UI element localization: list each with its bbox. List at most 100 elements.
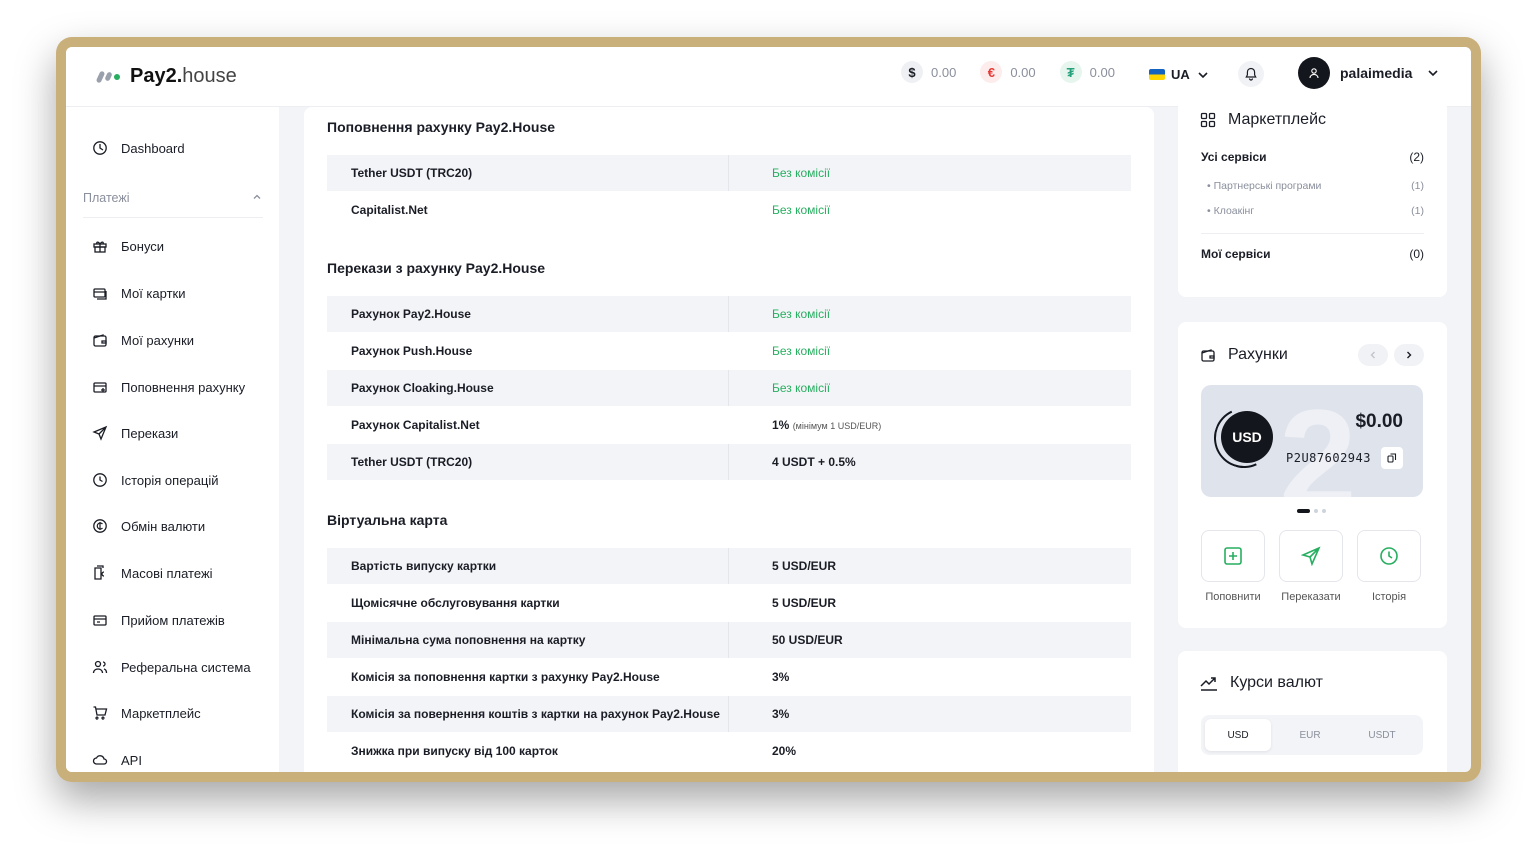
marketplace-all-services[interactable]: Усі сервіси (2) (1201, 150, 1424, 164)
action-label: Поповнити (1205, 591, 1261, 603)
sidebar-item-label: Обмін валюти (121, 518, 206, 534)
panel-title-label: Курси валют (1230, 674, 1323, 691)
row-count: (2) (1409, 150, 1424, 164)
row-value: 3% (772, 707, 790, 721)
chevron-right-icon (1407, 351, 1412, 359)
marketplace-panel: Маркетплейс Усі сервіси (2) • Партнерськ… (1178, 99, 1447, 297)
row-value: Без комісії (772, 307, 831, 321)
action-transfer[interactable]: Переказати (1279, 530, 1343, 603)
table-row: Комісія за повернення коштів з картки на… (327, 696, 1131, 732)
row-value: Без комісії (772, 203, 831, 217)
card-plus-icon (93, 382, 107, 393)
action-label: Історія (1371, 591, 1407, 603)
sidebar-item-label: Мої рахунки (121, 332, 195, 348)
section-title-topup: Поповнення рахунку Pay2.House (327, 119, 556, 135)
sidebar-item-exchange[interactable]: Обмін валюти (92, 518, 205, 534)
sidebar-item-label: Бонуси (121, 238, 165, 254)
logo-icon (95, 70, 120, 83)
carousel-dots (1297, 509, 1326, 513)
action-topup[interactable]: Поповнити (1201, 530, 1265, 603)
marketplace-my-services[interactable]: Мої сервіси (0) (1201, 247, 1424, 261)
copy-button[interactable] (1381, 447, 1403, 469)
sidebar: Dashboard Платежі Бонуси Мої картки Мої … (66, 107, 279, 772)
section-title-virtual-card: Віртуальна карта (327, 512, 448, 528)
action-history[interactable]: Історія (1357, 530, 1421, 603)
row-label: Комісія за повернення коштів з картки на… (327, 696, 729, 732)
sidebar-item-label: Dashboard (121, 140, 185, 156)
fee-value: 1% (772, 418, 790, 432)
action-topup-box[interactable] (1201, 530, 1265, 582)
marketplace-sub-partner[interactable]: • Партнерські програми (1) (1201, 180, 1424, 192)
accounts-title[interactable]: Рахунки (1200, 346, 1288, 364)
balance-usdt-value: 0.00 (1089, 64, 1115, 80)
sidebar-item-mass-payments[interactable]: Масові платежі (92, 565, 213, 581)
sidebar-item-label: Прийом платежів (121, 612, 225, 628)
row-label: Рахунок Capitalist.Net (351, 418, 480, 432)
table-row: Комісія за поповнення картки з рахунку P… (327, 659, 1131, 695)
row-value: 1% (мінімум 1 USD/EUR) (729, 418, 881, 432)
sidebar-item-marketplace[interactable]: Маркетплейс (92, 705, 201, 721)
user-menu[interactable]: palaimedia (1298, 57, 1440, 89)
notifications-button[interactable] (1238, 61, 1264, 87)
logo[interactable]: Pay2.house (95, 65, 237, 88)
action-history-box[interactable] (1357, 530, 1421, 582)
balance-usdt[interactable]: ₮ 0.00 (1059, 61, 1115, 83)
main-content: Поповнення рахунку Pay2.House Tether USD… (304, 107, 1154, 772)
window-frame: Pay2.house $ 0.00 € 0.00 ₮ 0.00 UA palai… (56, 37, 1481, 782)
row-label: Усі сервіси (1201, 150, 1267, 164)
euro-icon: € (980, 61, 1003, 83)
row-value: 20% (772, 744, 797, 758)
next-account-button[interactable] (1394, 344, 1424, 366)
table-row: Capitalist.Net Без комісії (327, 192, 1131, 228)
trend-up-icon (1200, 677, 1217, 691)
action-transfer-box[interactable] (1279, 530, 1343, 582)
balance-usd[interactable]: $ 0.00 (901, 61, 956, 83)
row-value: Без комісії (772, 166, 831, 180)
carousel-dot[interactable] (1322, 509, 1326, 513)
sidebar-item-history[interactable]: Історія операцій (92, 472, 218, 488)
tether-icon: ₮ (1059, 61, 1082, 83)
carousel-dot[interactable] (1314, 509, 1318, 513)
card-icon (93, 288, 107, 300)
account-card[interactable]: 2 USD $0.00 P2U87602943 (1201, 385, 1423, 497)
sidebar-section-label: Платежі (83, 191, 130, 205)
table-row: Рахунок Cloaking.House Без комісії (327, 370, 1131, 406)
rates-title[interactable]: Курси валют (1200, 674, 1323, 692)
app: Pay2.house $ 0.00 € 0.00 ₮ 0.00 UA palai… (66, 47, 1471, 772)
sidebar-item-label: Реферальна система (121, 659, 251, 675)
tab-usd[interactable]: USD (1205, 719, 1271, 751)
cart-icon (93, 706, 108, 720)
sidebar-item-api[interactable]: API (92, 752, 142, 768)
sidebar-item-my-cards[interactable]: Мої картки (92, 285, 185, 301)
balances: $ 0.00 € 0.00 ₮ 0.00 (901, 61, 1115, 83)
sidebar-item-top-up[interactable]: Поповнення рахунку (92, 379, 245, 395)
mass-payment-icon (94, 565, 105, 580)
logo-text: Pay2.house (130, 65, 237, 87)
sidebar-item-dashboard[interactable]: Dashboard (92, 140, 185, 156)
carousel-dot-active[interactable] (1297, 509, 1310, 513)
balance-usd-value: 0.00 (931, 64, 957, 80)
sidebar-item-my-accounts[interactable]: Мої рахунки (92, 332, 194, 348)
ukraine-flag-icon (1149, 69, 1165, 80)
currency-tabs: USD EUR USDT (1201, 715, 1423, 755)
marketplace-title[interactable]: Маркетплейс (1200, 111, 1326, 129)
table-row: Рахунок Capitalist.Net 1% (мінімум 1 USD… (327, 407, 1131, 443)
prev-account-button[interactable] (1358, 344, 1388, 366)
balance-eur[interactable]: € 0.00 (980, 61, 1036, 83)
tab-eur[interactable]: EUR (1277, 719, 1343, 751)
language-selector[interactable]: UA (1149, 67, 1210, 82)
row-count: (1) (1411, 180, 1424, 192)
sidebar-item-transfers[interactable]: Перекази (92, 425, 178, 441)
row-value: Без комісії (772, 344, 831, 358)
card-receive-icon (93, 615, 107, 626)
row-label: Рахунок Push.House (351, 344, 473, 358)
card-watermark: 2 (1279, 385, 1357, 498)
account-balance: $0.00 (1355, 411, 1403, 432)
tab-usdt[interactable]: USDT (1349, 719, 1415, 751)
sidebar-section-payments[interactable]: Платежі (83, 191, 263, 205)
marketplace-sub-cloaking[interactable]: • Клоакінг (1) (1201, 205, 1424, 217)
sidebar-item-bonuses[interactable]: Бонуси (92, 238, 164, 254)
panel-title-label: Рахунки (1228, 346, 1288, 363)
sidebar-item-accept-payments[interactable]: Прийом платежів (92, 612, 225, 628)
sidebar-item-referral[interactable]: Реферальна система (92, 659, 251, 675)
